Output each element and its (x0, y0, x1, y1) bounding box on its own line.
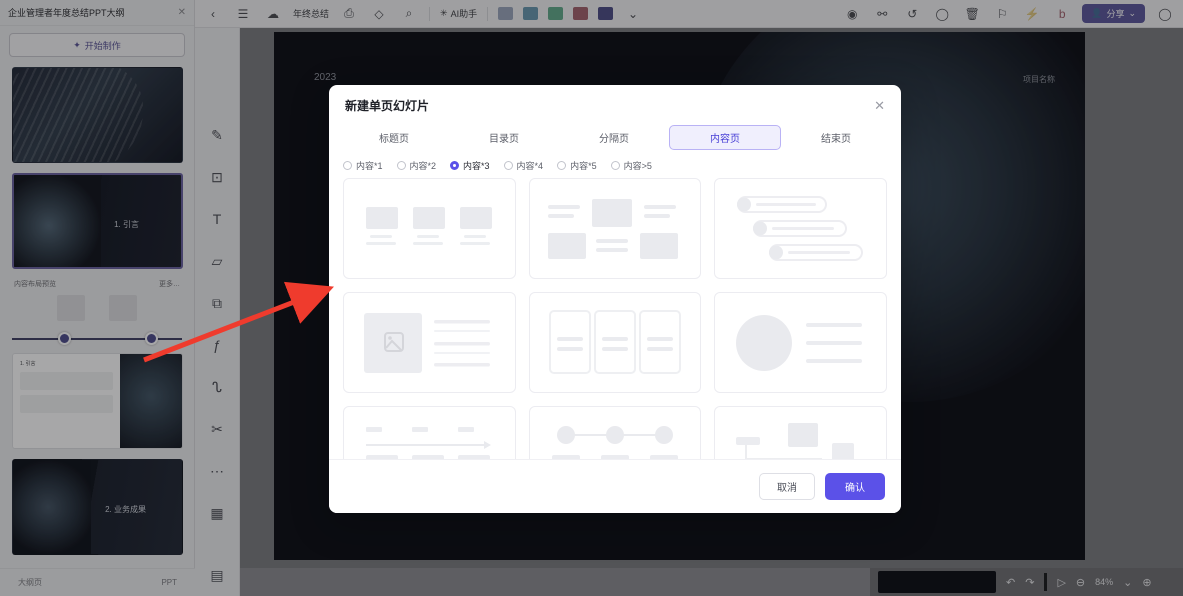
cancel-button[interactable]: 取消 (759, 473, 815, 500)
radio-dot (450, 161, 460, 170)
dialog-tabs: 标题页 目录页 分隔页 内容页 结束页 (329, 115, 901, 150)
radio-label: 内容*2 (409, 161, 437, 171)
template-thumb-icon (736, 195, 863, 261)
radio-content-5[interactable]: 内容*5 (557, 159, 597, 172)
template-thumb-icon (364, 312, 491, 373)
template-card-three-pill-rows-with-avatar[interactable] (714, 178, 887, 279)
radio-content-1[interactable]: 内容*1 (343, 159, 383, 172)
template-card-center-image-side-text[interactable] (528, 178, 702, 279)
radio-dot (610, 161, 620, 170)
radio-label: 内容>5 (623, 161, 652, 171)
template-card-timeline-with-boxes[interactable] (343, 406, 516, 459)
tab-divider-page[interactable]: 分隔页 (559, 125, 669, 150)
tab-title-page[interactable]: 标题页 (339, 125, 449, 150)
template-thumb-icon (366, 206, 493, 245)
radio-label: 内容*4 (516, 161, 544, 171)
template-grid-scroll[interactable] (329, 178, 901, 459)
template-card-three-text-columns[interactable] (528, 292, 702, 393)
template-thumb-icon (547, 198, 678, 259)
radio-content-3[interactable]: 内容*3 (450, 159, 490, 172)
radio-content-4[interactable]: 内容*4 (503, 159, 544, 172)
radio-dot (343, 161, 352, 170)
radio-content-2[interactable]: 内容*2 (396, 159, 437, 172)
radio-label: 内容*5 (570, 161, 597, 171)
radio-dot (396, 161, 406, 170)
template-thumb-icon (735, 422, 854, 459)
template-card-image-left-list-right[interactable] (343, 292, 516, 393)
template-card-circle-left-list-right[interactable] (714, 292, 887, 393)
template-thumb-icon (548, 309, 681, 374)
dialog-title: 新建单页幻灯片 (345, 98, 430, 113)
radio-dot (503, 161, 513, 170)
dialog-header: 新建单页幻灯片 ✕ (329, 85, 901, 115)
radio-label: 内容*1 (356, 161, 383, 171)
template-card-node-chain-with-blocks[interactable] (528, 406, 702, 459)
radio-dot (557, 161, 567, 170)
template-thumb-icon (366, 426, 492, 459)
tab-content-page[interactable]: 内容页 (669, 125, 781, 150)
content-count-radio-group: 内容*1 内容*2 内容*3 内容*4 内容*5 内容>5 (329, 150, 901, 178)
radio-label: 内容*3 (463, 161, 490, 171)
template-thumb-icon (551, 425, 678, 459)
template-thumb-icon (735, 314, 862, 371)
radio-content-more[interactable]: 内容>5 (610, 159, 652, 172)
tab-end-page[interactable]: 结束页 (781, 125, 891, 150)
template-grid (343, 178, 887, 459)
confirm-button[interactable]: 确认 (825, 473, 885, 500)
close-icon[interactable]: ✕ (874, 99, 885, 112)
tab-toc-page[interactable]: 目录页 (449, 125, 559, 150)
template-card-org-chart-blocks[interactable] (714, 406, 887, 459)
template-card-three-cards-with-captions[interactable] (343, 178, 516, 279)
new-slide-dialog: 新建单页幻灯片 ✕ 标题页 目录页 分隔页 内容页 结束页 内容*1 内容*2 … (329, 85, 901, 513)
dialog-footer: 取消 确认 (329, 459, 901, 513)
